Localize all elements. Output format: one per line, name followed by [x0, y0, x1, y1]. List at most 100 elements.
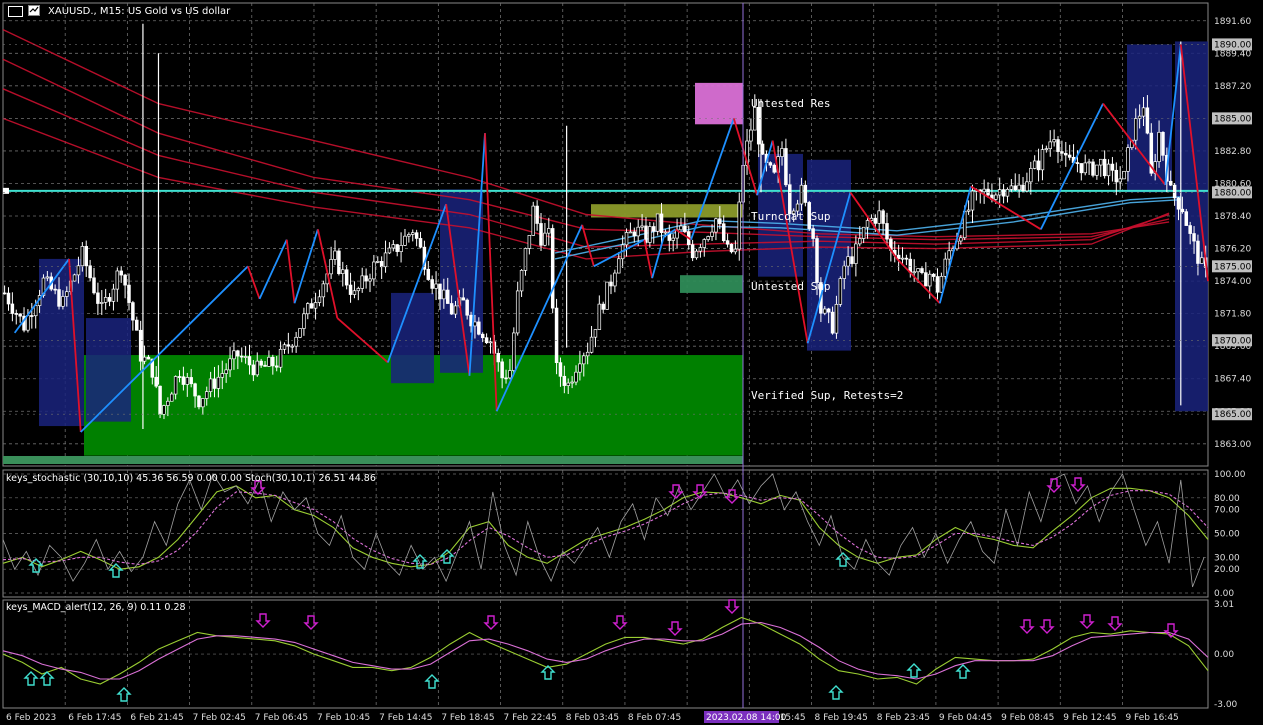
candle-body: [1200, 257, 1204, 264]
candle-body: [1032, 160, 1037, 169]
candle-body: [601, 303, 605, 310]
candle-body: [702, 239, 707, 248]
candle-body: [329, 259, 333, 275]
candle-body: [267, 356, 271, 367]
candle-body: [403, 235, 407, 246]
candle-body: [243, 356, 248, 358]
candle-body: [554, 307, 559, 363]
candle-body: [286, 344, 291, 347]
candle-body: [873, 217, 878, 224]
candle-body: [1099, 158, 1103, 166]
price-tick-label: 1882.80: [1214, 147, 1251, 157]
candle-body: [298, 328, 302, 338]
candle-body: [1040, 149, 1045, 171]
buy-arrow-icon: [424, 674, 440, 689]
candle-body: [236, 350, 240, 357]
autotrading-icon[interactable]: [28, 5, 40, 16]
candle-body: [823, 308, 827, 314]
candle-body: [344, 269, 349, 286]
candle-body: [80, 246, 85, 267]
time-tick-label: 9 Feb 12:45: [1063, 713, 1116, 723]
candle-body: [504, 377, 508, 380]
candle-body: [247, 356, 252, 366]
candle-body: [908, 258, 913, 273]
trading-chart[interactable]: 1891.60 1889.40 1887.20 1885.00 1882.80 1880.…: [0, 0, 1263, 725]
candle-body: [651, 226, 656, 232]
stochastic-title: keys_stochastic (30,10,10) 45.36 56.59 0…: [6, 473, 376, 484]
sell-arrow-icon: [1107, 616, 1123, 631]
candle-body: [737, 201, 742, 250]
buy-arrow-icon: [835, 552, 851, 567]
candle-body: [1075, 162, 1080, 164]
candle-body: [597, 303, 602, 330]
price-tick-label: 1887.20: [1214, 82, 1251, 92]
candle-body: [931, 273, 936, 277]
candle-body: [628, 231, 633, 234]
candle-body: [302, 313, 306, 329]
candle-body: [515, 290, 520, 334]
candle-body: [313, 302, 318, 309]
sell-arrow-icon: [1107, 616, 1123, 631]
sell-arrow-icon: [255, 613, 271, 628]
candle-body: [904, 257, 909, 260]
candle-body: [53, 288, 57, 291]
candle-body: [135, 319, 139, 331]
candle-body: [858, 238, 862, 245]
sell-arrow-icon: [724, 599, 740, 614]
candle-body: [239, 355, 244, 358]
time-marker-label: 2023.02.08 14:00: [706, 713, 787, 723]
time-tick-label: 8 Feb 03:45: [566, 713, 619, 723]
time-tick-label: 7 Feb 22:45: [504, 713, 557, 723]
candle-body: [216, 376, 221, 389]
candle-body: [1067, 154, 1072, 158]
zone-label-untested-res: Untested Res: [751, 97, 831, 110]
candle-body: [1176, 197, 1181, 210]
price-marker-label: 1875.00: [1214, 262, 1251, 272]
candle-body: [760, 143, 765, 155]
candle-body: [146, 356, 151, 360]
candle-body: [916, 268, 920, 273]
buy-arrow-icon: [955, 664, 971, 679]
candle-body: [1083, 162, 1087, 174]
candle-body: [30, 315, 34, 317]
buy-arrow-icon: [828, 685, 844, 700]
candle-body: [854, 243, 858, 264]
candle-body: [1106, 163, 1111, 177]
stochastic-line: [2, 473, 1205, 588]
price-marker-label: 1870.00: [1214, 336, 1251, 346]
candle-body: [562, 375, 567, 386]
candle-body: [803, 184, 808, 203]
candle-body: [103, 297, 108, 303]
candle-body: [333, 250, 337, 260]
candle-body: [659, 213, 664, 233]
candle-body: [881, 210, 885, 224]
candle-body: [1180, 208, 1185, 213]
price-marker-label: 1880.00: [1214, 188, 1251, 198]
sell-arrow-icon: [1039, 619, 1055, 634]
price-tick-label: 1891.60: [1214, 17, 1251, 27]
sell-arrow-icon: [1019, 619, 1035, 634]
sell-arrow-icon: [724, 489, 740, 504]
stochastic-tick-label: 70.00: [1214, 506, 1240, 516]
moving-average-line: [2, 88, 1170, 248]
candle-body: [927, 273, 932, 287]
chart-type-icon[interactable]: [8, 6, 23, 17]
candle-body: [1126, 147, 1130, 172]
candle-body: [204, 391, 209, 399]
candle-body: [461, 297, 466, 301]
candle-body: [605, 281, 609, 310]
candle-body: [970, 190, 975, 211]
zigzag-segment: [285, 239, 296, 304]
candle-body: [1052, 139, 1056, 143]
sell-arrow-icon: [1079, 614, 1095, 629]
candle-body: [543, 232, 547, 246]
candle-body: [61, 296, 65, 307]
candle-body: [278, 348, 283, 368]
time-tick-label: 7 Feb 14:45: [379, 713, 432, 723]
candle-body: [1157, 131, 1161, 162]
candle-body: [138, 329, 143, 362]
candle-body: [690, 244, 695, 259]
candle-body: [589, 336, 594, 353]
zigzag-segment: [247, 265, 261, 300]
candle-body: [391, 244, 396, 249]
